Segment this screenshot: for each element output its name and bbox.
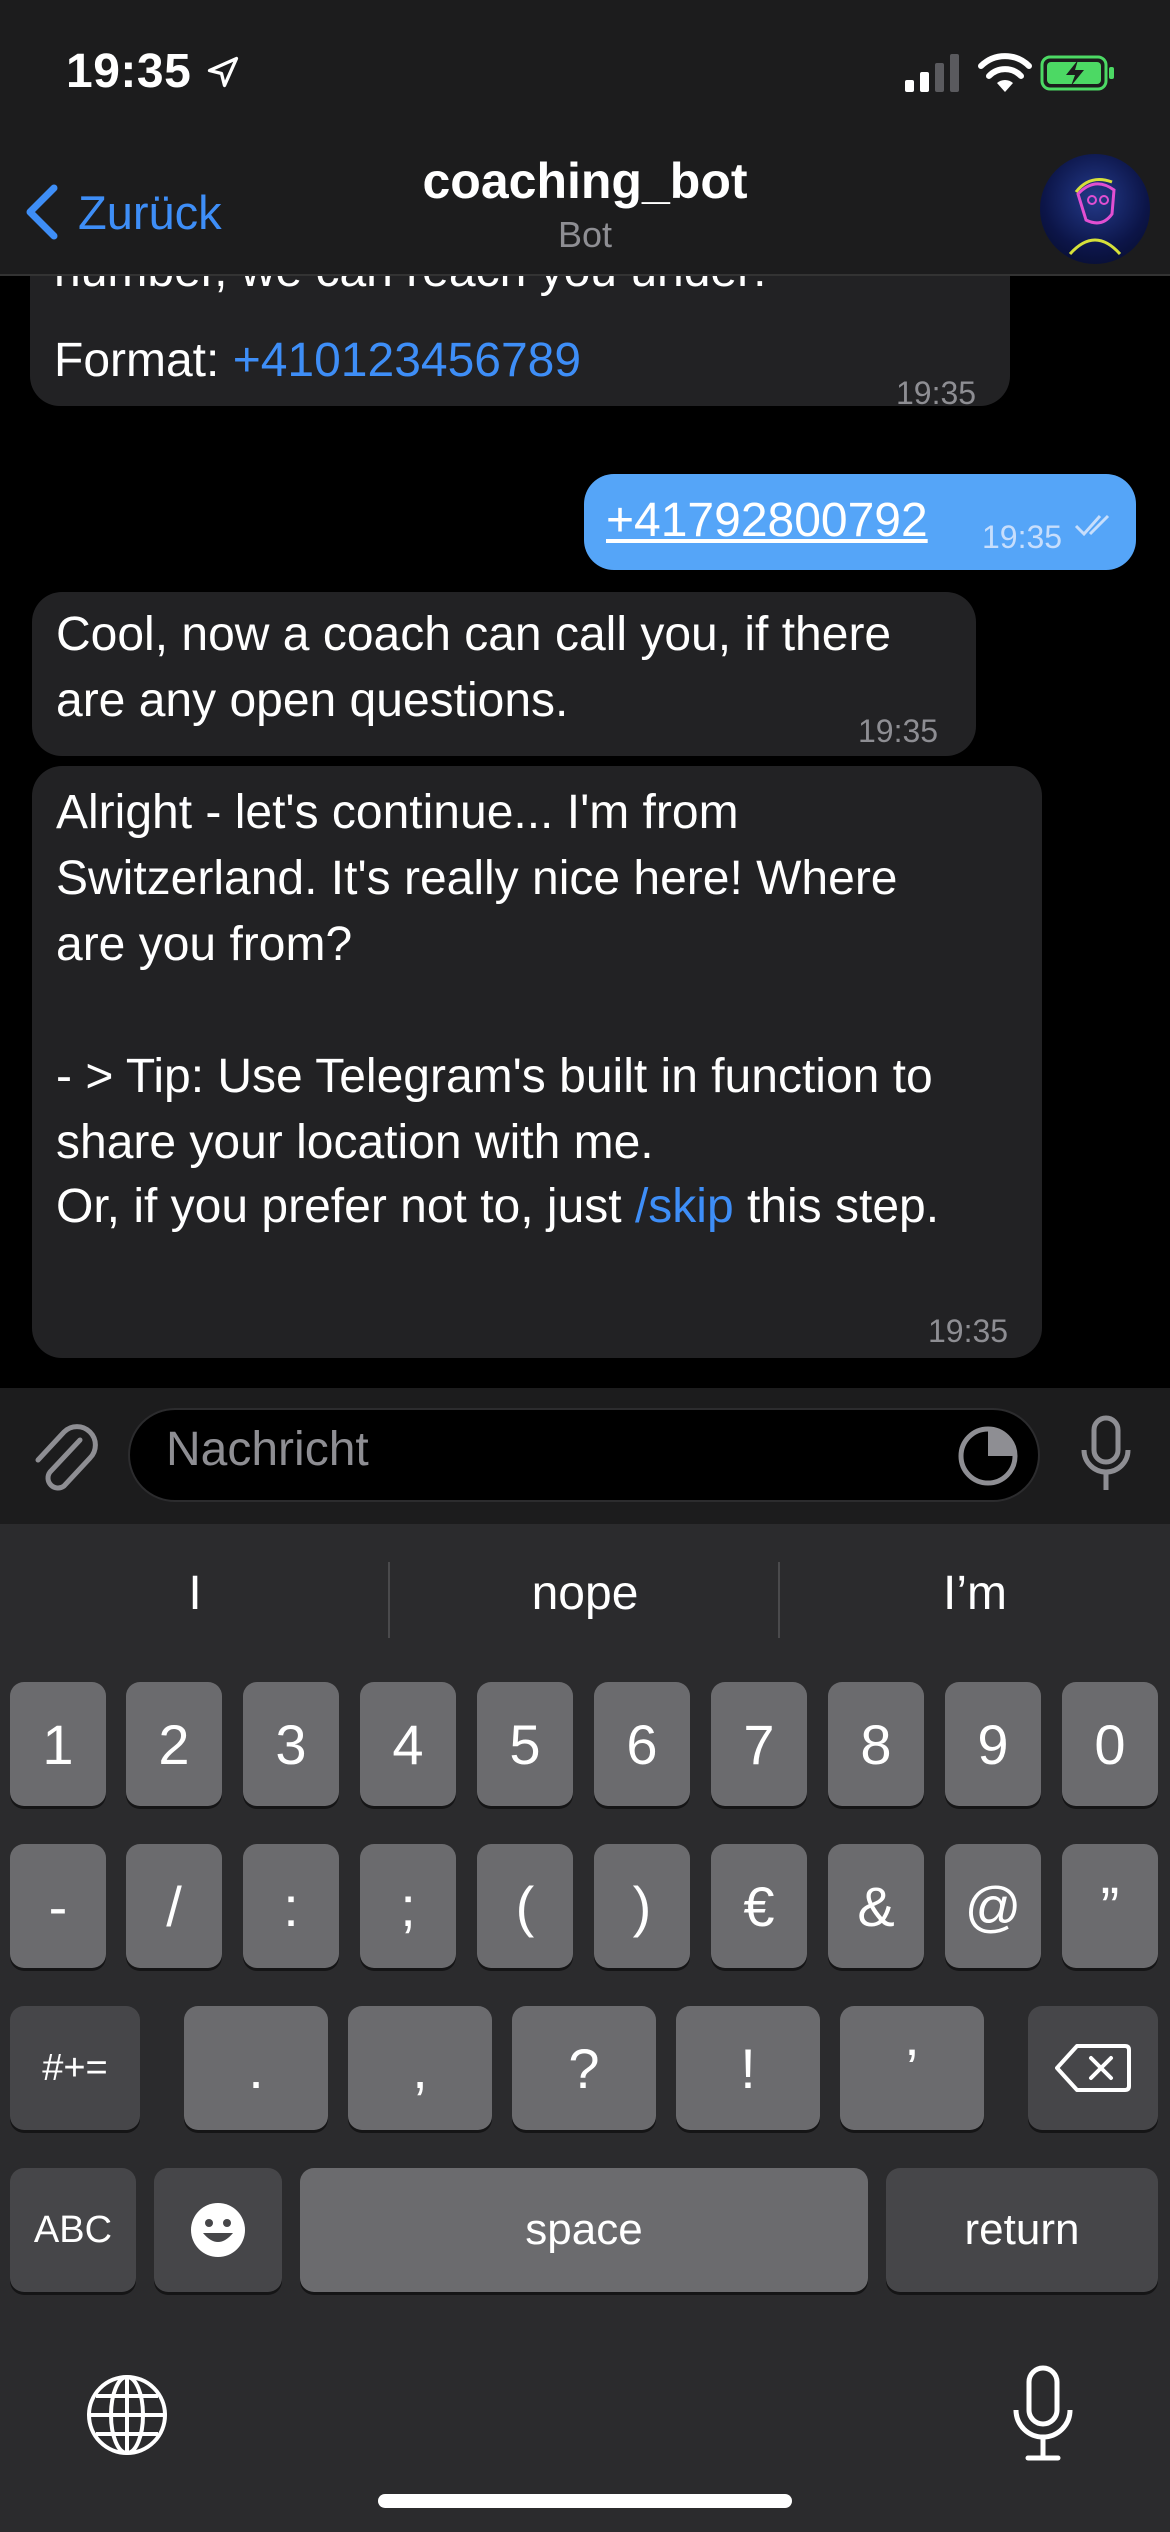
key-close-paren[interactable]: ) <box>594 1844 690 1968</box>
signal-icon <box>905 54 959 92</box>
key-5[interactable]: 5 <box>477 1682 573 1806</box>
key-quote[interactable]: ” <box>1062 1844 1158 1968</box>
sticker-icon[interactable] <box>956 1424 1020 1488</box>
location-arrow-icon <box>207 56 239 88</box>
key-more-symbols[interactable]: #+= <box>10 2006 140 2130</box>
suggestion-item[interactable]: nope <box>390 1566 780 1636</box>
paperclip-icon[interactable] <box>28 1418 98 1494</box>
key-apostrophe[interactable]: ’ <box>840 2006 984 2130</box>
key-abc[interactable]: ABC <box>10 2168 136 2292</box>
message-bubble-incoming: number, we can reach you under: Format: … <box>30 276 1010 411</box>
key-1[interactable]: 1 <box>10 1682 106 1806</box>
key-euro[interactable]: € <box>711 1844 807 1968</box>
message-input-placeholder: Nachricht <box>166 1423 369 1476</box>
return-key[interactable]: return <box>886 2168 1158 2292</box>
key-ampersand[interactable]: & <box>828 1844 924 1968</box>
emoji-icon <box>191 2203 245 2257</box>
bot-avatar[interactable] <box>1040 154 1150 264</box>
message-text: this step. <box>733 1180 940 1233</box>
message-text: Format: <box>54 334 233 387</box>
message-bubble-outgoing: +41792800792 19:35 <box>584 474 1136 570</box>
suggestion-item[interactable]: I’m <box>780 1566 1170 1636</box>
message-time: 19:35 <box>982 519 1063 555</box>
key-hyphen[interactable]: - <box>10 1844 106 1968</box>
key-question[interactable]: ? <box>512 2006 656 2130</box>
key-6[interactable]: 6 <box>594 1682 690 1806</box>
key-2[interactable]: 2 <box>126 1682 222 1806</box>
suggestion-item[interactable]: I <box>0 1566 390 1636</box>
key-open-paren[interactable]: ( <box>477 1844 573 1968</box>
home-indicator[interactable] <box>378 2494 792 2508</box>
globe-icon[interactable] <box>84 2372 170 2458</box>
phone-link[interactable]: +41792800792 <box>606 488 928 554</box>
key-4[interactable]: 4 <box>360 1682 456 1806</box>
phone-link[interactable]: +410123456789 <box>233 334 581 387</box>
message-time: 19:35 <box>858 713 939 749</box>
message-bubble-incoming: Alright - let's continue... I'm from Swi… <box>32 766 1042 1358</box>
key-colon[interactable]: : <box>243 1844 339 1968</box>
key-at[interactable]: @ <box>945 1844 1041 1968</box>
read-receipt-icon <box>1074 514 1110 537</box>
key-exclamation[interactable]: ! <box>676 2006 820 2130</box>
space-key[interactable]: space <box>300 2168 868 2292</box>
message-bubble-incoming: Cool, now a coach can call you, if there… <box>32 592 976 756</box>
key-period[interactable]: . <box>184 2006 328 2130</box>
message-text: Alright - let's continue... I'm from Swi… <box>56 786 933 1169</box>
key-7[interactable]: 7 <box>711 1682 807 1806</box>
status-time: 19:35 <box>66 45 192 98</box>
key-comma[interactable]: , <box>348 2006 492 2130</box>
message-text: number, we can reach you under: <box>54 276 766 304</box>
chat-title[interactable]: coaching_bot <box>0 152 1170 210</box>
message-time: 19:35 <box>896 375 977 411</box>
key-semicolon[interactable]: ; <box>360 1844 456 1968</box>
skip-command-link[interactable]: /skip <box>635 1180 734 1233</box>
key-3[interactable]: 3 <box>243 1682 339 1806</box>
emoji-key[interactable] <box>154 2168 282 2292</box>
wifi-icon <box>978 53 1032 92</box>
backspace-key[interactable] <box>1028 2006 1158 2130</box>
key-9[interactable]: 9 <box>945 1682 1041 1806</box>
message-time: 19:35 <box>928 1313 1009 1349</box>
key-0[interactable]: 0 <box>1062 1682 1158 1806</box>
key-8[interactable]: 8 <box>828 1682 924 1806</box>
message-text: Or, if you prefer not to, just <box>56 1180 635 1233</box>
message-text: Cool, now a coach can call you, if there… <box>56 608 892 727</box>
chat-subtitle: Bot <box>557 214 613 255</box>
battery-charging-icon <box>1040 55 1114 91</box>
key-slash[interactable]: / <box>126 1844 222 1968</box>
chat-area[interactable]: number, we can reach you under: Format: … <box>0 276 1170 1388</box>
microphone-icon[interactable] <box>1078 1414 1134 1494</box>
dictation-microphone-icon[interactable] <box>1010 2364 1076 2464</box>
backspace-icon <box>1055 2044 1131 2092</box>
